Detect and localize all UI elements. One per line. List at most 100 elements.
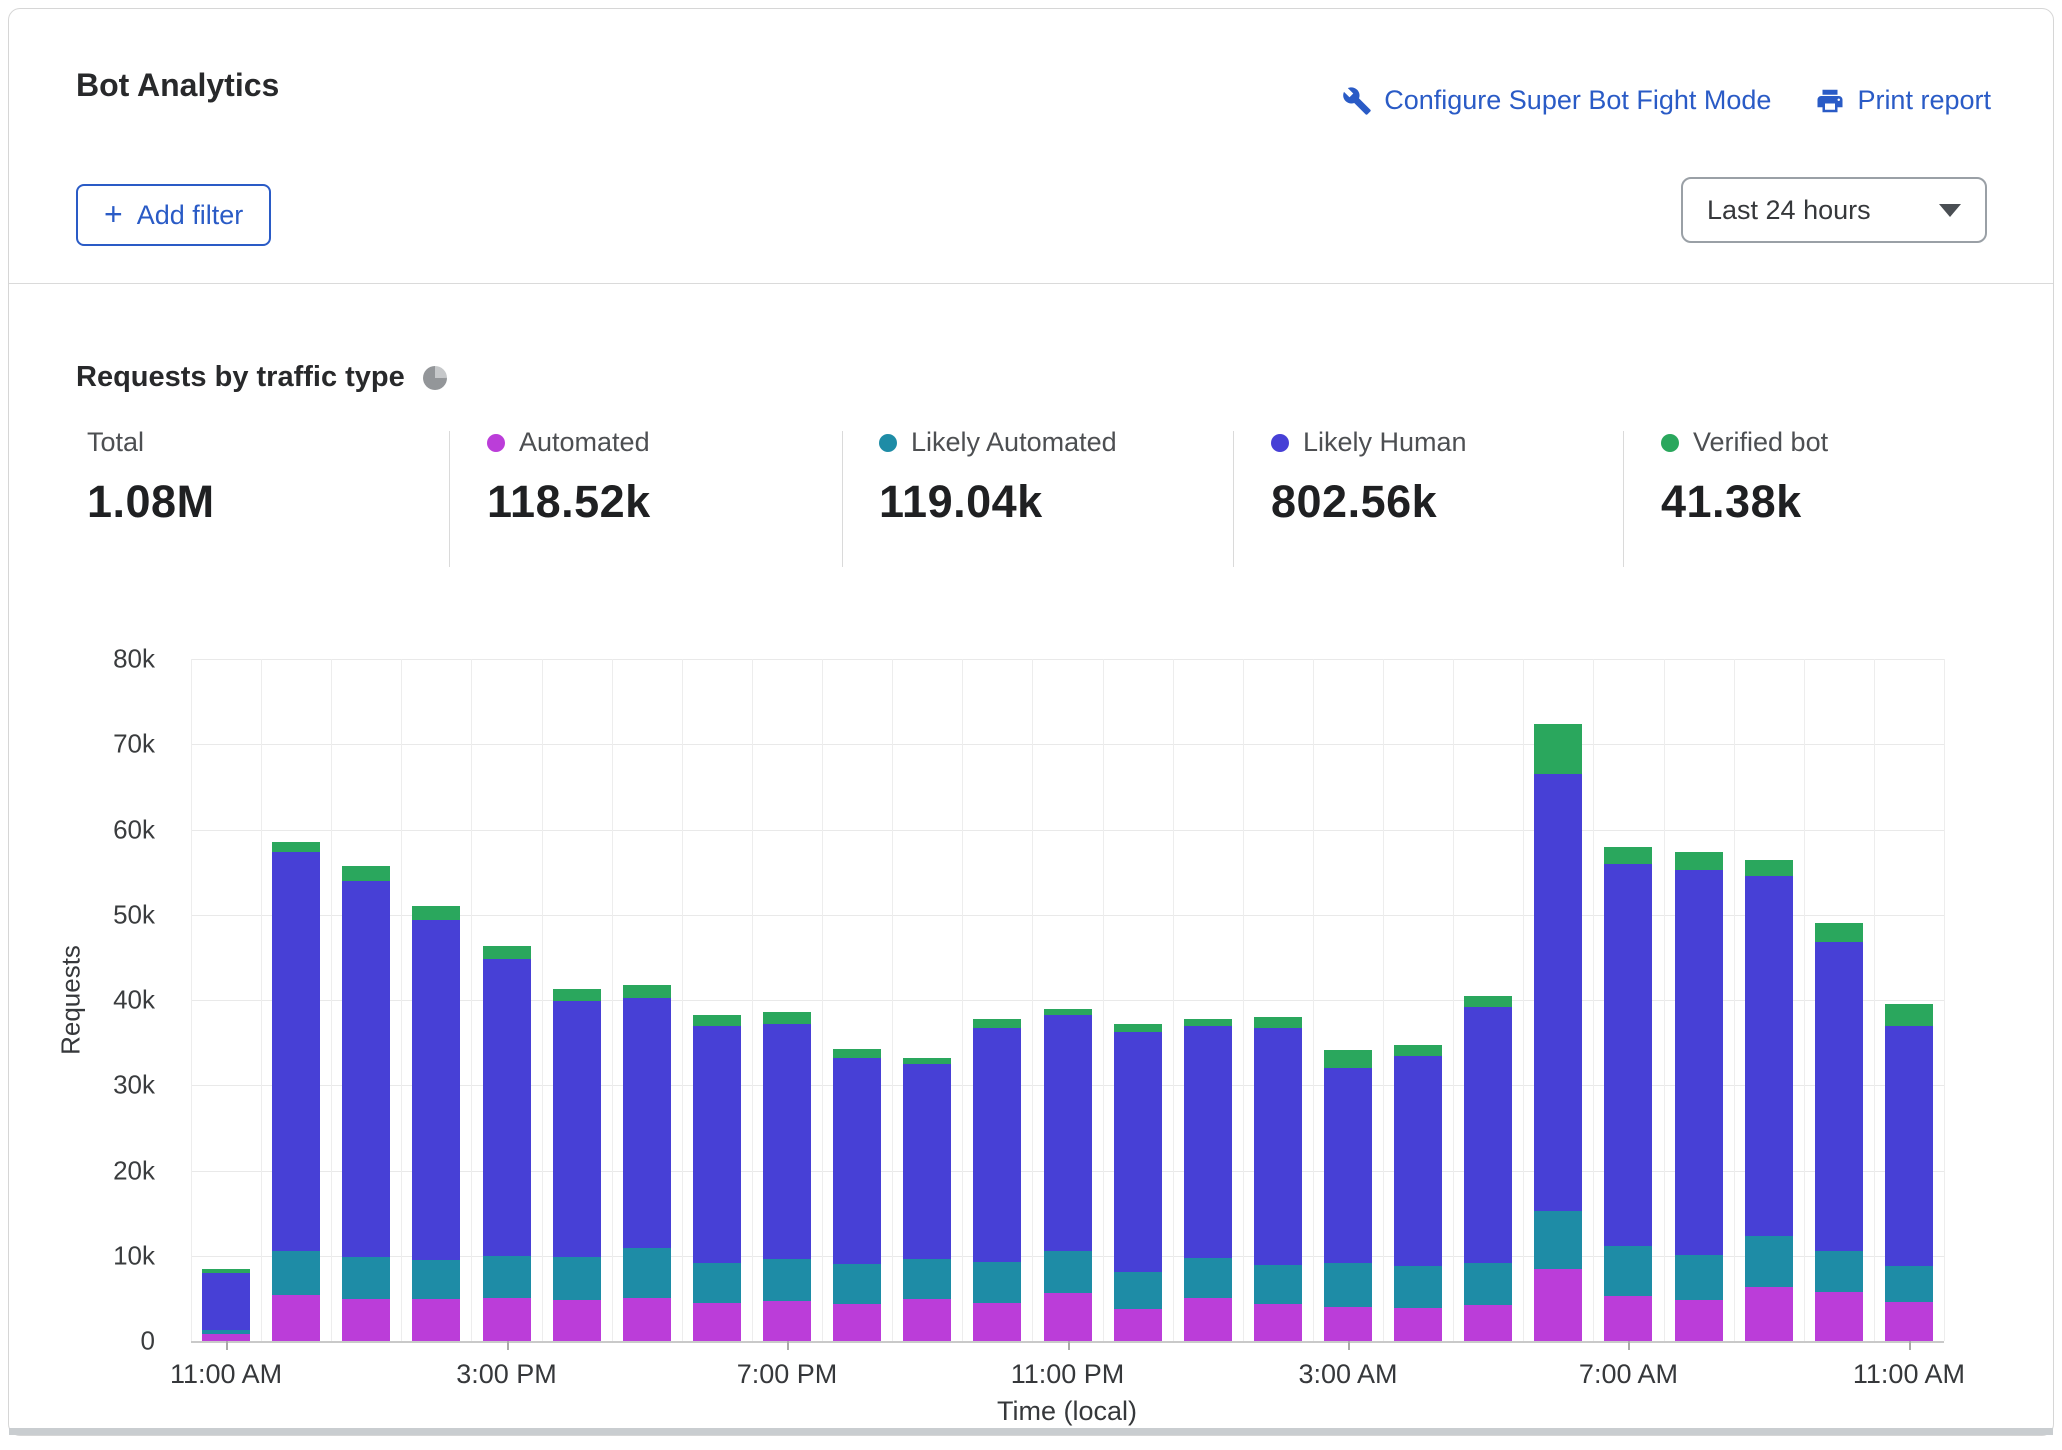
grid-line-vertical [1243, 659, 1244, 1341]
bar-6-00-am[interactable] [1534, 724, 1582, 1341]
stat-automated[interactable]: Automated118.52k [487, 427, 651, 528]
bar-segment-likely-automated [623, 1248, 671, 1297]
bar-segment-verified-bot [833, 1049, 881, 1058]
bar-2-00-pm[interactable] [412, 906, 460, 1341]
x-tick-label: 3:00 AM [1298, 1359, 1397, 1390]
stat-label-row: Verified bot [1661, 427, 1828, 458]
bar-4-00-am[interactable] [1394, 1045, 1442, 1341]
grid-line-horizontal [191, 830, 1944, 831]
stat-likely-human[interactable]: Likely Human802.56k [1271, 427, 1467, 528]
bar-1-00-am[interactable] [1184, 1019, 1232, 1341]
bar-segment-likely-automated [553, 1257, 601, 1300]
print-link-label: Print report [1857, 85, 1991, 116]
bar-segment-likely-automated [342, 1257, 390, 1300]
bar-segment-likely-automated [412, 1260, 460, 1299]
bar-12-00-pm[interactable] [272, 842, 320, 1341]
stat-divider [842, 431, 843, 567]
card-bottom-divider [9, 1428, 2053, 1435]
bar-segment-likely-automated [693, 1263, 741, 1302]
bar-segment-verified-bot [693, 1015, 741, 1027]
legend-dot [879, 434, 897, 452]
bar-segment-likely-human [272, 852, 320, 1252]
bar-segment-likely-human [693, 1026, 741, 1263]
bar-segment-likely-automated [1815, 1251, 1863, 1292]
bar-segment-likely-human [342, 881, 390, 1257]
print-report-link[interactable]: Print report [1815, 85, 1991, 116]
bar-segment-likely-human [1324, 1068, 1372, 1263]
add-filter-button[interactable]: + Add filter [76, 184, 271, 246]
stat-value: 1.08M [87, 476, 215, 528]
bar-3-00-am[interactable] [1324, 1050, 1372, 1341]
bar-11-00-pm[interactable] [1044, 1009, 1092, 1341]
time-range-select[interactable]: Last 24 hours [1681, 177, 1987, 243]
y-tick-label: 30k [75, 1070, 155, 1101]
bar-7-00-am[interactable] [1604, 847, 1652, 1341]
bar-segment-verified-bot [342, 866, 390, 880]
stat-total[interactable]: Total1.08M [87, 427, 215, 528]
bar-segment-verified-bot [1745, 860, 1793, 875]
bar-segment-verified-bot [1464, 996, 1512, 1007]
bar-9-00-am[interactable] [1745, 860, 1793, 1341]
x-tick-label: 11:00 AM [1853, 1359, 1965, 1390]
bar-segment-likely-automated [833, 1264, 881, 1304]
stat-divider [1623, 431, 1624, 567]
bar-segment-automated [1464, 1305, 1512, 1341]
bar-segment-automated [483, 1298, 531, 1341]
x-tick-label: 11:00 AM [170, 1359, 282, 1390]
y-tick-label: 60k [75, 814, 155, 845]
stat-label: Automated [519, 427, 650, 458]
stat-label-row: Likely Human [1271, 427, 1467, 458]
bar-segment-likely-automated [272, 1251, 320, 1294]
bar-segment-likely-human [1534, 774, 1582, 1211]
bar-segment-likely-human [1675, 870, 1723, 1255]
bar-segment-likely-automated [1745, 1236, 1793, 1287]
bar-8-00-am[interactable] [1675, 852, 1723, 1341]
bar-10-00-pm[interactable] [973, 1019, 1021, 1341]
stat-verified-bot[interactable]: Verified bot41.38k [1661, 427, 1828, 528]
stat-label-row: Automated [487, 427, 651, 458]
bar-5-00-pm[interactable] [623, 985, 671, 1341]
grid-line-vertical [1032, 659, 1033, 1341]
bar-segment-likely-human [763, 1024, 811, 1259]
x-tick-mark [507, 1341, 509, 1350]
bar-segment-likely-human [1604, 864, 1652, 1245]
grid-line-vertical [1944, 659, 1945, 1341]
bar-segment-automated [1675, 1300, 1723, 1341]
bar-7-00-pm[interactable] [763, 1012, 811, 1341]
bar-5-00-am[interactable] [1464, 996, 1512, 1341]
bar-12-00-am[interactable] [1114, 1024, 1162, 1341]
stat-likely-automated[interactable]: Likely Automated 119.04k [879, 427, 1117, 528]
configure-super-bot-fight-mode-link[interactable]: Configure Super Bot Fight Mode [1342, 85, 1771, 116]
bar-segment-automated [1114, 1309, 1162, 1341]
bar-10-00-am[interactable] [1815, 923, 1863, 1341]
bar-11-00-am[interactable] [1885, 1004, 1933, 1341]
bar-segment-verified-bot [1184, 1019, 1232, 1027]
stat-label: Verified bot [1693, 427, 1828, 458]
bar-segment-likely-human [903, 1064, 951, 1259]
bar-segment-likely-human [1885, 1026, 1933, 1266]
bar-9-00-pm[interactable] [903, 1058, 951, 1341]
bar-1-00-pm[interactable] [342, 866, 390, 1341]
grid-line-vertical [1453, 659, 1454, 1341]
x-tick-label: 3:00 PM [456, 1359, 557, 1390]
bar-8-00-pm[interactable] [833, 1049, 881, 1341]
section-title-row: Requests by traffic type [76, 361, 447, 394]
legend-dot [1271, 434, 1289, 452]
bar-segment-verified-bot [1114, 1024, 1162, 1033]
bar-4-00-pm[interactable] [553, 989, 601, 1341]
bar-segment-verified-bot [1534, 724, 1582, 774]
bar-11-00-am[interactable] [202, 1269, 250, 1341]
header-actions: Configure Super Bot Fight Mode Print rep… [1342, 85, 1991, 116]
grid-line-vertical [1593, 659, 1594, 1341]
stat-value: 119.04k [879, 476, 1117, 528]
stat-label: Likely Human [1303, 427, 1467, 458]
bar-2-00-am[interactable] [1254, 1017, 1302, 1341]
bar-segment-verified-bot [553, 989, 601, 1001]
bar-segment-automated [1324, 1307, 1372, 1341]
bar-6-00-pm[interactable] [693, 1015, 741, 1342]
bar-3-00-pm[interactable] [483, 946, 531, 1341]
stat-label: Likely Automated [911, 427, 1117, 458]
grid-line-vertical [1313, 659, 1314, 1341]
bar-segment-likely-automated [1885, 1266, 1933, 1302]
y-tick-label: 50k [75, 899, 155, 930]
